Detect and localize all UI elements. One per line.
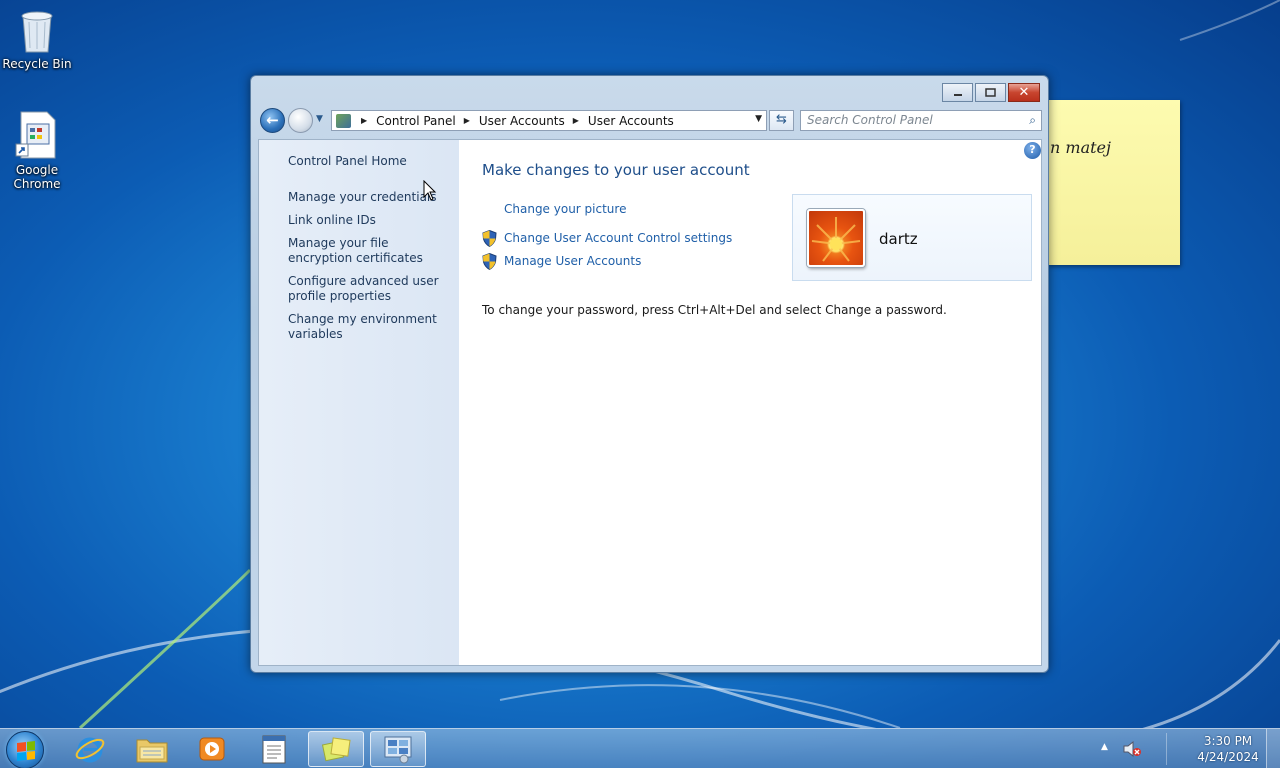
breadcrumb-user-accounts[interactable]: User Accounts — [479, 114, 565, 128]
volume-muted-icon[interactable] — [1122, 740, 1142, 758]
refresh-icon: ⇆ — [776, 112, 787, 127]
taskbar-windows-explorer[interactable] — [124, 731, 180, 767]
breadcrumb-separator-icon[interactable]: ▶ — [361, 116, 367, 125]
navigation-bar: ← ▼ ▶ Control Panel ▶ User Accounts ▶ Us… — [259, 108, 1042, 133]
clock-date: 4/24/2024 — [1197, 750, 1259, 764]
recent-pages-dropdown[interactable]: ▼ — [316, 114, 323, 124]
change-uac-settings-link[interactable]: Change User Account Control settings — [504, 231, 732, 245]
taskbar-notepad[interactable] — [246, 731, 302, 767]
sidebar-item-file-encryption[interactable]: Manage your file encryption certificates — [288, 236, 453, 266]
address-bar[interactable]: ▶ Control Panel ▶ User Accounts ▶ User A… — [331, 110, 767, 131]
control-panel-icon — [384, 736, 412, 764]
back-arrow-icon: ← — [266, 111, 279, 129]
maximize-icon — [985, 88, 996, 97]
content-area: Control Panel Home Manage your credentia… — [258, 139, 1042, 666]
desktop-icon-recycle-bin[interactable]: Recycle Bin — [0, 6, 74, 71]
chevron-down-icon: ▼ — [316, 114, 323, 124]
taskbar-internet-explorer[interactable] — [62, 731, 118, 767]
uac-shield-icon — [482, 253, 497, 270]
breadcrumb-separator-icon[interactable]: ▶ — [573, 116, 579, 125]
internet-explorer-icon — [75, 737, 105, 763]
taskbar: ▲ 3:30 PM 4/24/2024 — [0, 728, 1280, 768]
maximize-button[interactable] — [975, 83, 1006, 102]
search-icon[interactable]: ⌕ — [1029, 111, 1036, 130]
page-title: Make changes to your user account — [482, 161, 750, 179]
control-panel-icon — [336, 113, 351, 128]
sidebar-item-environment-variables[interactable]: Change my environment variables — [288, 312, 453, 342]
desktop-icon-label: Recycle Bin — [2, 57, 72, 71]
help-button[interactable]: ? — [1024, 142, 1041, 159]
chrome-shortcut-icon — [15, 111, 56, 159]
change-picture-link[interactable]: Change your picture — [504, 202, 626, 216]
flower-picture-icon — [811, 217, 861, 262]
uac-shield-icon — [482, 230, 497, 247]
address-dropdown-icon[interactable]: ▼ — [755, 114, 762, 124]
avatar[interactable] — [807, 209, 865, 267]
sidebar-item-control-panel-home[interactable]: Control Panel Home — [288, 154, 453, 169]
forward-button[interactable] — [288, 108, 313, 133]
sticky-note[interactable]: n matej — [1048, 100, 1180, 265]
refresh-button[interactable]: ⇆ — [769, 110, 794, 131]
sidebar-item-advanced-profile[interactable]: Configure advanced user profile properti… — [288, 274, 453, 304]
breadcrumb-user-accounts-current[interactable]: User Accounts — [588, 114, 674, 128]
user-name: dartz — [879, 230, 918, 248]
taskbar-media-player[interactable] — [184, 731, 240, 767]
desktop-icon-google-chrome[interactable]: Google Chrome — [0, 110, 74, 191]
minimize-button[interactable] — [942, 83, 973, 102]
help-icon: ? — [1029, 143, 1036, 156]
sidebar: Control Panel Home Manage your credentia… — [259, 140, 459, 665]
windows-logo-icon — [17, 741, 35, 761]
show-hidden-icons-button[interactable]: ▲ — [1101, 742, 1108, 752]
start-button[interactable] — [6, 731, 44, 768]
tray-divider — [1166, 733, 1167, 765]
control-panel-window[interactable]: ✕ ← ▼ ▶ Control Panel ▶ User Accounts ▶ … — [250, 75, 1049, 673]
chevron-up-icon: ▲ — [1101, 742, 1108, 752]
show-desktop-button[interactable] — [1266, 729, 1280, 768]
close-button[interactable]: ✕ — [1008, 83, 1040, 102]
taskbar-sticky-notes[interactable] — [308, 731, 364, 767]
minimize-icon — [953, 93, 962, 96]
back-button[interactable]: ← — [260, 108, 285, 133]
desktop-icon-label: Google Chrome — [13, 163, 61, 191]
recycle-bin-icon — [21, 11, 53, 53]
breadcrumb-separator-icon[interactable]: ▶ — [464, 116, 470, 125]
breadcrumb-control-panel[interactable]: Control Panel — [376, 114, 456, 128]
manage-user-accounts-link[interactable]: Manage User Accounts — [504, 254, 641, 268]
user-account-tile: dartz — [792, 194, 1032, 281]
caption-buttons: ✕ — [942, 83, 1040, 102]
clock-time: 3:30 PM — [1203, 734, 1253, 748]
search-placeholder: Search Control Panel — [807, 113, 933, 127]
windows-explorer-icon — [136, 739, 168, 763]
taskbar-control-panel[interactable] — [370, 731, 426, 767]
password-info-text: To change your password, press Ctrl+Alt+… — [482, 303, 947, 317]
media-player-icon — [199, 737, 225, 761]
search-input[interactable]: Search Control Panel ⌕ — [800, 110, 1042, 131]
sidebar-item-link-online-ids[interactable]: Link online IDs — [288, 213, 453, 228]
sticky-notes-icon — [321, 737, 351, 762]
system-clock[interactable]: 3:30 PM 4/24/2024 — [1180, 733, 1276, 765]
sticky-note-text[interactable]: n matej — [1050, 138, 1111, 157]
notepad-icon — [262, 735, 286, 764]
close-icon: ✕ — [1018, 85, 1030, 100]
mouse-cursor-icon — [423, 180, 437, 201]
